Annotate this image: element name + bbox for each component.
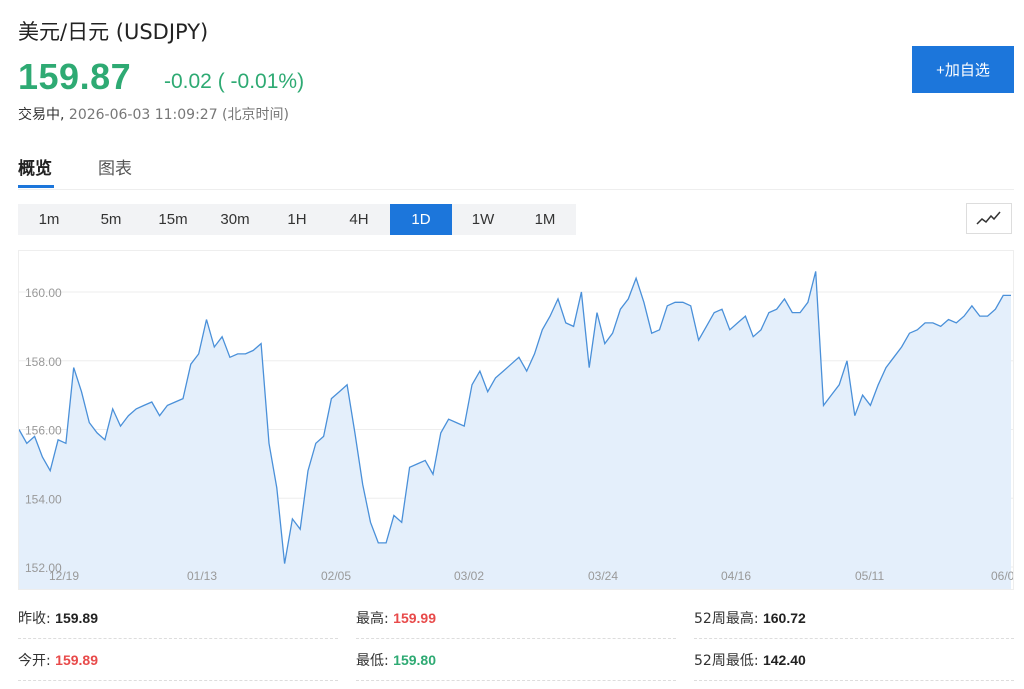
period-1m[interactable]: 1m xyxy=(18,204,80,235)
stat-label: 52周最低: xyxy=(694,653,759,669)
stat-value: 142.40 xyxy=(762,652,806,668)
stat-value: 159.80 xyxy=(393,652,436,668)
timestamp: 2026-06-03 11:09:27 (北京时间) xyxy=(68,107,289,123)
period-4h[interactable]: 4H xyxy=(328,204,390,235)
add-to-watchlist-button[interactable]: +加自选 xyxy=(912,46,1014,93)
stat-value: 159.99 xyxy=(393,610,436,626)
price-chart-svg: 160.00158.00156.00154.00152.0012/19 01/13… xyxy=(19,271,1013,589)
stat-open: 今开: 159.89 xyxy=(18,640,338,681)
stat-value: 160.72 xyxy=(762,610,806,626)
period-5m[interactable]: 5m xyxy=(80,204,142,235)
active-tab-indicator xyxy=(18,185,54,188)
tab-bar: 概览 图表 xyxy=(18,150,1014,190)
x-tick-label: 05/11 xyxy=(855,569,884,583)
x-tick-label: 03/02 xyxy=(454,569,484,583)
stat-label: 昨收: xyxy=(18,611,51,627)
status-label: 交易中, xyxy=(18,107,65,123)
x-tick-label: 06/0 xyxy=(991,569,1013,583)
period-1d[interactable]: 1D xyxy=(390,204,452,235)
stat-label: 最高: xyxy=(356,611,389,627)
stat-52w-low: 52周最低: 142.40 xyxy=(694,640,1014,681)
period-15m[interactable]: 15m xyxy=(142,204,204,235)
x-tick-label: 02/05 xyxy=(321,569,351,583)
period-30m[interactable]: 30m xyxy=(204,204,266,235)
price-chart: 160.00 158.00 156.00 154.00 152.00 12/19 01/13… xyxy=(18,250,1014,590)
stat-52w-high: 52周最高: 160.72 xyxy=(694,598,1014,639)
stat-value: 159.89 xyxy=(55,652,98,668)
instrument-title: 美元/日元 (USDJPY) xyxy=(18,20,209,44)
period-1h[interactable]: 1H xyxy=(266,204,328,235)
current-price: 159.87 xyxy=(18,56,132,97)
x-tick-label: 12/19 xyxy=(49,569,79,583)
price-area xyxy=(19,271,1011,589)
period-1w[interactable]: 1W xyxy=(452,204,514,235)
x-tick-label: 04/16 xyxy=(721,569,751,583)
trading-status: 交易中, 2026-06-03 11:09:27 (北京时间) xyxy=(18,104,289,124)
period-1mo[interactable]: 1M xyxy=(514,204,576,235)
x-tick-label: 01/13 xyxy=(187,569,217,583)
period-selector: 1m 5m 15m 30m 1H 4H 1D 1W 1M xyxy=(18,204,576,235)
stat-low: 最低: 159.80 xyxy=(356,640,676,681)
tab-chart[interactable]: 图表 xyxy=(98,154,132,179)
stat-label: 今开: xyxy=(18,653,51,669)
y-tick-label: 160.00 xyxy=(25,286,62,300)
line-chart-icon xyxy=(976,211,1001,225)
tab-overview[interactable]: 概览 xyxy=(18,154,52,179)
stat-high: 最高: 159.99 xyxy=(356,598,676,639)
stat-label: 52周最高: xyxy=(694,611,759,627)
stat-label: 最低: xyxy=(356,653,389,669)
price-change: -0.02 ( -0.01%) xyxy=(164,70,305,93)
y-tick-label: 154.00 xyxy=(25,492,62,506)
x-tick-label: 03/24 xyxy=(588,569,618,583)
y-tick-label: 156.00 xyxy=(25,424,62,438)
chart-type-toggle[interactable] xyxy=(966,203,1012,234)
y-tick-label: 158.00 xyxy=(25,355,62,369)
stat-prev-close: 昨收: 159.89 xyxy=(18,598,338,639)
stat-value: 159.89 xyxy=(55,610,98,626)
